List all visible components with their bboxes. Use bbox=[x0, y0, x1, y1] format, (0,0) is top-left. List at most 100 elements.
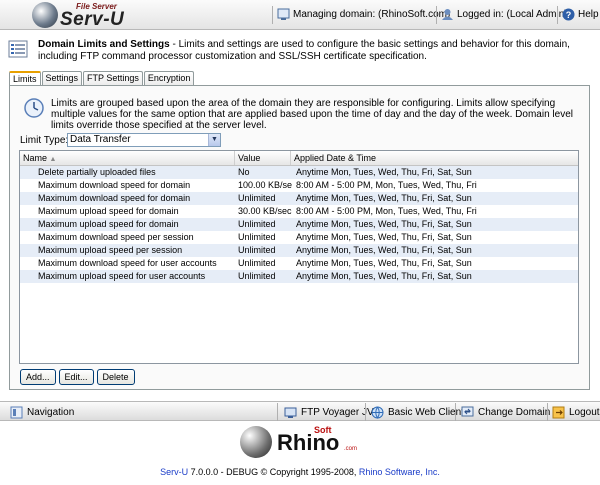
table-row[interactable]: Delete partially uploaded files No Anytime… bbox=[20, 166, 578, 179]
cell-name: Maximum download speed per session bbox=[38, 232, 194, 242]
cell-value: Unlimited bbox=[238, 258, 276, 268]
divider bbox=[365, 403, 366, 421]
ftp-voyager-label: FTP Voyager JV bbox=[301, 407, 374, 418]
cell-name: Maximum download speed for domain bbox=[38, 180, 191, 190]
navigation-label: Navigation bbox=[27, 407, 75, 418]
table-row[interactable]: Maximum download speed for domain 100.00 … bbox=[20, 179, 578, 192]
copyright-line: Serv-U 7.0.0.0 - DEBUG © Copyright 1995-… bbox=[0, 467, 600, 477]
intro-title: Domain Limits and Settings bbox=[38, 39, 170, 50]
logged-in-label: Logged in: (Local Admin) bbox=[457, 9, 568, 20]
add-button[interactable]: Add... bbox=[20, 369, 56, 385]
cell-value: 100.00 KB/sec bbox=[238, 180, 292, 190]
table-row[interactable]: Maximum download speed for domain Unlimit… bbox=[20, 192, 578, 205]
divider bbox=[436, 6, 437, 24]
limits-table: Name ▲ Value Applied Date & Time Delete … bbox=[19, 150, 579, 364]
cell-value: Unlimited bbox=[238, 245, 276, 255]
cell-value: 30.00 KB/sec bbox=[238, 206, 292, 216]
divider bbox=[547, 403, 548, 421]
svg-text:?: ? bbox=[566, 10, 572, 20]
version-text: 7.0.0.0 - DEBUG © Copyright 1995-2008, bbox=[188, 467, 359, 477]
delete-button[interactable]: Delete bbox=[96, 369, 135, 385]
cell-name: Maximum upload speed for user accounts bbox=[38, 271, 206, 281]
chevron-down-icon[interactable]: ▼ bbox=[208, 134, 220, 146]
logo-rhino-text: Rhino bbox=[277, 430, 340, 455]
settings-tabs: Limits Settings FTP Settings Encryption bbox=[9, 71, 195, 86]
cell-value: Unlimited bbox=[238, 219, 276, 229]
action-buttons: Add... Edit... Delete bbox=[20, 369, 135, 385]
logout-link[interactable]: Logout bbox=[552, 406, 600, 419]
cell-applied: Anytime Mon, Tues, Wed, Thu, Fri, Sat, S… bbox=[296, 258, 472, 268]
logout-icon bbox=[552, 406, 565, 419]
logout-label: Logout bbox=[569, 407, 600, 418]
cell-value: Unlimited bbox=[238, 232, 276, 242]
product-link[interactable]: Serv-U bbox=[160, 467, 188, 477]
help-link[interactable]: ? Help bbox=[562, 8, 599, 21]
cell-name: Maximum download speed for domain bbox=[38, 193, 191, 203]
ftp-voyager-link[interactable]: FTP Voyager JV bbox=[284, 406, 374, 419]
limit-type-select[interactable]: Data Transfer ▼ bbox=[67, 133, 221, 147]
column-header-applied[interactable]: Applied Date & Time bbox=[291, 151, 578, 165]
limits-panel: Limits are grouped based upon the area o… bbox=[9, 85, 590, 390]
help-label: Help bbox=[578, 9, 599, 20]
limits-info: Limits are grouped based upon the area o… bbox=[51, 98, 573, 131]
company-link[interactable]: Rhino Software, Inc. bbox=[359, 467, 440, 477]
limit-type-value: Data Transfer bbox=[70, 134, 131, 145]
cell-name: Maximum upload speed per session bbox=[38, 245, 183, 255]
cell-value: No bbox=[238, 167, 250, 177]
divider bbox=[272, 6, 273, 24]
change-domain-link[interactable]: Change Domain bbox=[461, 406, 550, 419]
table-row[interactable]: Maximum download speed for user accounts… bbox=[20, 257, 578, 270]
rhino-emblem-icon bbox=[240, 426, 272, 458]
cell-name: Maximum upload speed for domain bbox=[38, 219, 179, 229]
cell-applied: Anytime Mon, Tues, Wed, Thu, Fri, Sat, S… bbox=[296, 271, 472, 281]
tab-encryption[interactable]: Encryption bbox=[143, 71, 195, 85]
divider bbox=[277, 403, 278, 421]
tab-settings[interactable]: Settings bbox=[41, 71, 83, 85]
divider bbox=[455, 403, 456, 421]
table-body: Delete partially uploaded files No Anytime… bbox=[20, 166, 578, 283]
cell-applied: Anytime Mon, Tues, Wed, Thu, Fri, Sat, S… bbox=[296, 219, 472, 229]
navigation-toggle[interactable]: Navigation bbox=[10, 406, 74, 419]
divider bbox=[557, 6, 558, 24]
managing-domain[interactable]: Managing domain: (RhinoSoft.com) bbox=[277, 8, 450, 21]
cell-applied: 8:00 AM - 5:00 PM, Mon, Tues, Wed, Thu, … bbox=[296, 180, 477, 190]
edit-button[interactable]: Edit... bbox=[58, 369, 94, 385]
rhinosoft-logo: Soft Rhino .com bbox=[240, 424, 360, 460]
table-row[interactable]: Maximum upload speed per session Unlimite… bbox=[20, 244, 578, 257]
domain-icon bbox=[277, 8, 290, 20]
cell-name: Delete partially uploaded files bbox=[38, 167, 156, 177]
settings-list-icon bbox=[8, 40, 28, 58]
tab-ftp-settings[interactable]: FTP Settings bbox=[83, 71, 143, 85]
column-header-value[interactable]: Value bbox=[235, 151, 291, 165]
sort-ascending-icon: ▲ bbox=[49, 156, 57, 163]
logo-com-text: .com bbox=[344, 446, 358, 452]
table-row[interactable]: Maximum download speed per session Unlimi… bbox=[20, 231, 578, 244]
cell-value: Unlimited bbox=[238, 193, 276, 203]
web-client-label: Basic Web Client bbox=[388, 407, 464, 418]
column-header-name[interactable]: Name ▲ bbox=[20, 151, 235, 165]
logo-globe-icon bbox=[32, 2, 58, 28]
cell-applied: Anytime Mon, Tues, Wed, Thu, Fri, Sat, S… bbox=[296, 167, 472, 177]
ftp-voyager-icon bbox=[284, 407, 297, 418]
managing-domain-label: Managing domain: (RhinoSoft.com) bbox=[293, 9, 451, 20]
table-header: Name ▲ Value Applied Date & Time bbox=[20, 151, 578, 166]
top-bar: File Server Serv-U Managing domain: (Rhi… bbox=[0, 0, 600, 30]
table-row[interactable]: Maximum upload speed for domain 30.00 KB/… bbox=[20, 205, 578, 218]
cell-applied: Anytime Mon, Tues, Wed, Thu, Fri, Sat, S… bbox=[296, 232, 472, 242]
cell-applied: 8:00 AM - 5:00 PM, Mon, Tues, Wed, Thu, … bbox=[296, 206, 477, 216]
intro-description: Domain Limits and Settings - Limits and … bbox=[38, 39, 588, 63]
bottom-bar: Navigation FTP Voyager JV Basic Web Clie… bbox=[0, 401, 600, 421]
logged-in-user[interactable]: Logged in: (Local Admin) bbox=[441, 8, 568, 21]
cell-name: Maximum upload speed for domain bbox=[38, 206, 179, 216]
change-domain-icon bbox=[461, 406, 474, 417]
table-row[interactable]: Maximum upload speed for user accounts Un… bbox=[20, 270, 578, 283]
limit-type-label: Limit Type: bbox=[20, 135, 69, 146]
web-client-link[interactable]: Basic Web Client bbox=[371, 406, 464, 419]
cell-applied: Anytime Mon, Tues, Wed, Thu, Fri, Sat, S… bbox=[296, 245, 472, 255]
cell-value: Unlimited bbox=[238, 271, 276, 281]
user-icon bbox=[442, 9, 453, 20]
table-row[interactable]: Maximum upload speed for domain Unlimited… bbox=[20, 218, 578, 231]
tab-limits[interactable]: Limits bbox=[9, 71, 41, 86]
cell-applied: Anytime Mon, Tues, Wed, Thu, Fri, Sat, S… bbox=[296, 193, 472, 203]
cell-name: Maximum download speed for user accounts bbox=[38, 258, 217, 268]
